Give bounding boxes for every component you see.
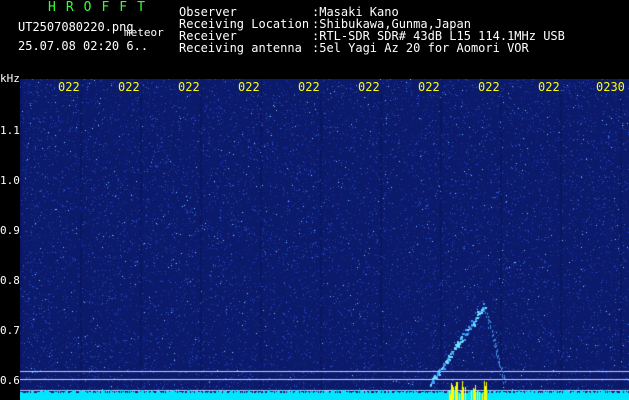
spectrogram-canvas <box>20 79 629 400</box>
x-tick-label: 022 <box>177 80 201 94</box>
y-tick-label: 0.9 <box>0 224 20 237</box>
x-tick-label: 022 <box>117 80 141 94</box>
x-tick-label: 022 <box>477 80 501 94</box>
x-tick-label: 0230 <box>595 80 626 94</box>
x-tick-label: 022 <box>237 80 261 94</box>
x-tick-label: 022 <box>357 80 381 94</box>
app-logo: HROFFT <box>48 0 155 15</box>
y-tick-label: 1.1 <box>0 124 20 137</box>
file-name: UT2507080220.png <box>18 20 134 34</box>
antenna-value: :5el Yagi Az 20 for Aomori VOR <box>312 41 529 55</box>
y-tick-label: 0.8 <box>0 274 20 287</box>
timestamp: 25.07.08 02:20 6.. <box>18 39 149 53</box>
y-tick-label: 0.6 <box>0 374 20 387</box>
y-axis-unit: kHz <box>0 72 20 85</box>
x-tick-label: 022 <box>537 80 561 94</box>
x-tick-label: 022 <box>417 80 441 94</box>
antenna-label: Receiving antenna <box>179 41 302 55</box>
hrofft-window: HROFFT UT2507080220.png meteor 25.07.08 … <box>0 0 629 400</box>
x-tick-label: 022 <box>57 80 81 94</box>
y-tick-label: 0.7 <box>0 324 20 337</box>
detection-tag: meteor <box>124 26 164 39</box>
y-tick-label: 1.0 <box>0 174 20 187</box>
x-tick-label: 022 <box>297 80 321 94</box>
